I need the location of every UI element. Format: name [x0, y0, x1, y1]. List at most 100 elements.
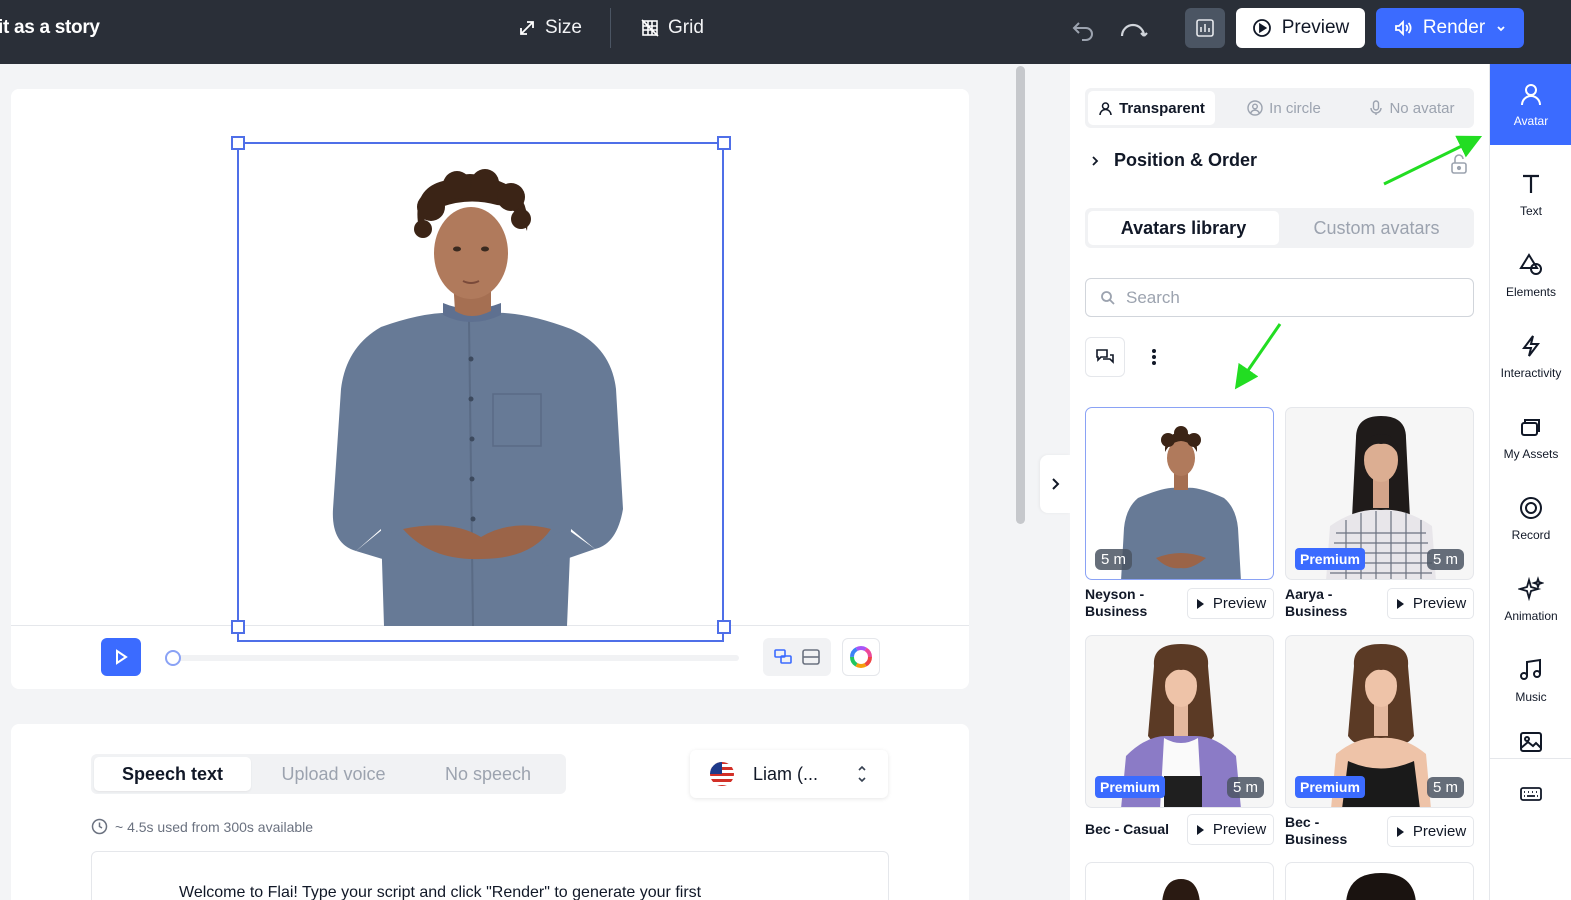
shapes-icon: [1519, 252, 1542, 275]
layers-icon[interactable]: [772, 646, 794, 668]
resize-handle-top-right[interactable]: [717, 136, 731, 150]
filter-button[interactable]: [1085, 337, 1125, 377]
user-icon: [1099, 101, 1112, 115]
avatar-mode-tabs: Transparent In circle No avatar: [1085, 88, 1474, 128]
avatar-thumbnail[interactable]: Premium 5 m: [1285, 407, 1474, 580]
avatar-thumbnail[interactable]: Premium 5 m: [1085, 635, 1274, 808]
avatar-thumbnail[interactable]: 5 m: [1085, 407, 1274, 580]
selection-box[interactable]: [237, 142, 724, 642]
play-icon: [1396, 598, 1404, 609]
avatar-card[interactable]: Premium 5 m Bec - Business Preview: [1285, 635, 1474, 850]
avatar-name: Bec - Casual: [1085, 821, 1170, 837]
position-order-title: Position & Order: [1114, 150, 1258, 170]
duration-badge: 5 m: [1426, 549, 1464, 570]
lightning-icon: [1522, 334, 1540, 357]
rail-item-interactivity[interactable]: Interactivity: [1490, 316, 1571, 396]
us-flag-icon: [710, 762, 734, 786]
more-vertical-icon: [1152, 349, 1156, 365]
project-title[interactable]: it as a story: [0, 17, 100, 39]
layout-toggle: [763, 638, 831, 676]
collapse-panel-button[interactable]: [1040, 455, 1070, 513]
timeline-scrubber[interactable]: [165, 650, 181, 666]
search-icon: [1101, 290, 1115, 305]
chevron-down-icon: [1497, 26, 1505, 32]
voice-name: Liam (...: [753, 763, 819, 784]
render-button[interactable]: Render: [1376, 8, 1524, 48]
canvas-scrollbar[interactable]: [1016, 66, 1025, 524]
tab-transparent[interactable]: Transparent: [1088, 91, 1215, 125]
color-wheel-icon: [850, 646, 872, 668]
chevron-up-down-icon: [858, 765, 866, 783]
rail-item-my-assets[interactable]: My Assets: [1490, 397, 1571, 477]
lock-button[interactable]: [1450, 153, 1468, 180]
clock-icon: [91, 818, 108, 835]
rail-item-text[interactable]: Text: [1490, 154, 1571, 234]
tab-in-circle[interactable]: In circle: [1225, 91, 1343, 125]
tab-in-circle-label: In circle: [1269, 99, 1321, 117]
premium-badge: Premium: [1095, 776, 1165, 798]
color-picker-button[interactable]: [842, 638, 880, 676]
tab-custom-avatars[interactable]: Custom avatars: [1282, 211, 1471, 245]
tab-no-speech[interactable]: No speech: [413, 757, 563, 791]
avatar-thumbnail[interactable]: [1285, 862, 1474, 900]
play-button[interactable]: [101, 638, 141, 676]
tab-no-avatar[interactable]: No avatar: [1353, 91, 1471, 125]
tab-upload-voice[interactable]: Upload voice: [256, 757, 411, 791]
rail-item-record[interactable]: Record: [1490, 478, 1571, 558]
tab-speech-text[interactable]: Speech text: [94, 757, 251, 791]
rail-item-label: Record: [1511, 527, 1551, 542]
tab-avatars-library[interactable]: Avatars library: [1088, 211, 1279, 245]
usage-text: ~ 4.5s used from 300s available: [115, 818, 314, 835]
avatar-preview-button[interactable]: Preview: [1387, 816, 1474, 847]
redo-button[interactable]: [1118, 14, 1148, 44]
redo-icon: [1120, 23, 1148, 37]
split-view-icon[interactable]: [800, 646, 822, 668]
playback-controls: [11, 626, 969, 689]
avatar-image: [1162, 879, 1200, 900]
size-button[interactable]: Size: [517, 14, 582, 42]
avatar-card[interactable]: 5 m Neyson - Business Preview: [1085, 407, 1274, 622]
voice-select[interactable]: Liam (...: [690, 750, 888, 798]
sparkles-icon: [1518, 575, 1544, 601]
avatar-preview-button[interactable]: Preview: [1387, 588, 1474, 619]
premium-badge: Premium: [1295, 548, 1365, 570]
avatar-name: Neyson - Business: [1085, 586, 1148, 619]
position-order-toggle[interactable]: Position & Order: [1090, 150, 1257, 171]
preview-label: Preview: [1412, 823, 1467, 840]
preview-label: Preview: [1412, 595, 1467, 612]
avatar-preview-button[interactable]: Preview: [1187, 814, 1274, 845]
undo-button[interactable]: [1068, 14, 1098, 44]
play-icon: [1196, 598, 1204, 609]
play-icon: [116, 649, 128, 665]
rail-item-animation[interactable]: Animation: [1490, 559, 1571, 639]
avatar-preview-button[interactable]: Preview: [1187, 588, 1274, 619]
avatar-panel: Transparent In circle No avatar Position…: [1070, 64, 1489, 900]
more-options-button[interactable]: [1144, 343, 1164, 371]
script-text[interactable]: Welcome to Flai! Type your script and cl…: [179, 884, 701, 900]
avatar-thumbnail[interactable]: [1085, 862, 1274, 900]
avatar-card[interactable]: Premium 5 m Aarya - Business Preview: [1285, 407, 1474, 622]
unlock-icon: [1451, 154, 1467, 174]
avatar-thumbnail[interactable]: Premium 5 m: [1285, 635, 1474, 808]
resize-handle-top-left[interactable]: [231, 136, 245, 150]
premium-badge: Premium: [1295, 776, 1365, 798]
user-circle-icon: [1247, 100, 1263, 116]
record-icon: [1520, 496, 1542, 519]
speech-tabs: Speech text Upload voice No speech: [91, 754, 566, 794]
rail-item-label: Animation: [1504, 608, 1558, 623]
grid-label: Grid: [668, 17, 704, 38]
rail-item-avatar[interactable]: Avatar: [1490, 64, 1571, 145]
preview-button[interactable]: Preview: [1236, 8, 1365, 48]
script-editor[interactable]: Welcome to Flai! Type your script and cl…: [91, 851, 889, 900]
grid-button[interactable]: Grid: [640, 14, 704, 42]
rail-item-elements[interactable]: Elements: [1490, 235, 1571, 315]
timeline-track[interactable]: [169, 655, 739, 661]
play-icon: [1196, 824, 1204, 835]
play-circle-icon: [1252, 19, 1271, 37]
stats-button[interactable]: [1185, 8, 1225, 48]
avatar-card[interactable]: Premium 5 m Bec - Casual Preview: [1085, 635, 1274, 850]
search-input[interactable]: [1126, 287, 1456, 308]
rail-item-keyboard[interactable]: [1490, 759, 1571, 829]
toolbar-divider: [610, 8, 611, 48]
scene-stage[interactable]: [11, 89, 969, 642]
